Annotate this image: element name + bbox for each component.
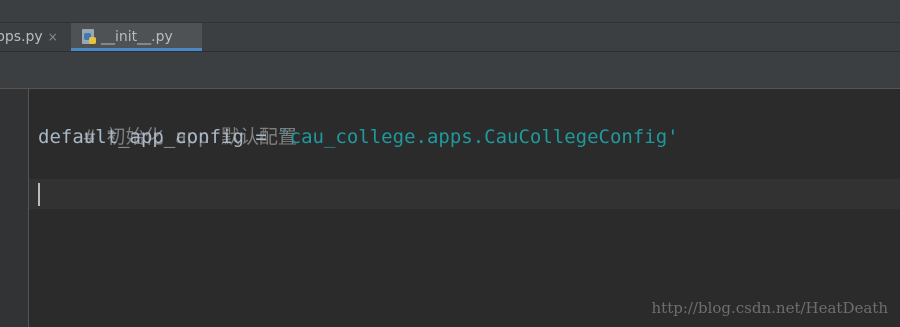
python-file-icon [81, 29, 97, 45]
code-line-2[interactable]: default_app_config = 'cau_college.apps.C… [38, 122, 679, 152]
breadcrumb-strip [0, 52, 900, 89]
tab-apps-py[interactable]: pps.py × [0, 23, 66, 51]
current-line-highlight [29, 179, 900, 209]
code-editor[interactable]: # 初始化 app 默认配置 default_app_config = 'cau… [29, 89, 900, 327]
code-operator: = [243, 126, 279, 148]
tab-label: __init__.py [101, 29, 173, 45]
editor-tab-bar: pps.py × __init__.py [0, 23, 900, 52]
code-identifier: default_app_config [38, 126, 244, 148]
close-icon[interactable]: × [48, 30, 58, 44]
text-caret [38, 183, 40, 206]
code-string: 'cau_college.apps.CauCollegeConfig' [278, 126, 679, 148]
tab-label: pps.py [0, 29, 43, 45]
window-top-strip [0, 0, 900, 23]
code-line-1[interactable]: # 初始化 app 默认配置 [38, 92, 297, 148]
tab-init-py[interactable]: __init__.py [71, 23, 202, 51]
line-number-gutter[interactable] [0, 89, 29, 327]
watermark: http://blog.csdn.net/HeatDeath [651, 299, 889, 317]
